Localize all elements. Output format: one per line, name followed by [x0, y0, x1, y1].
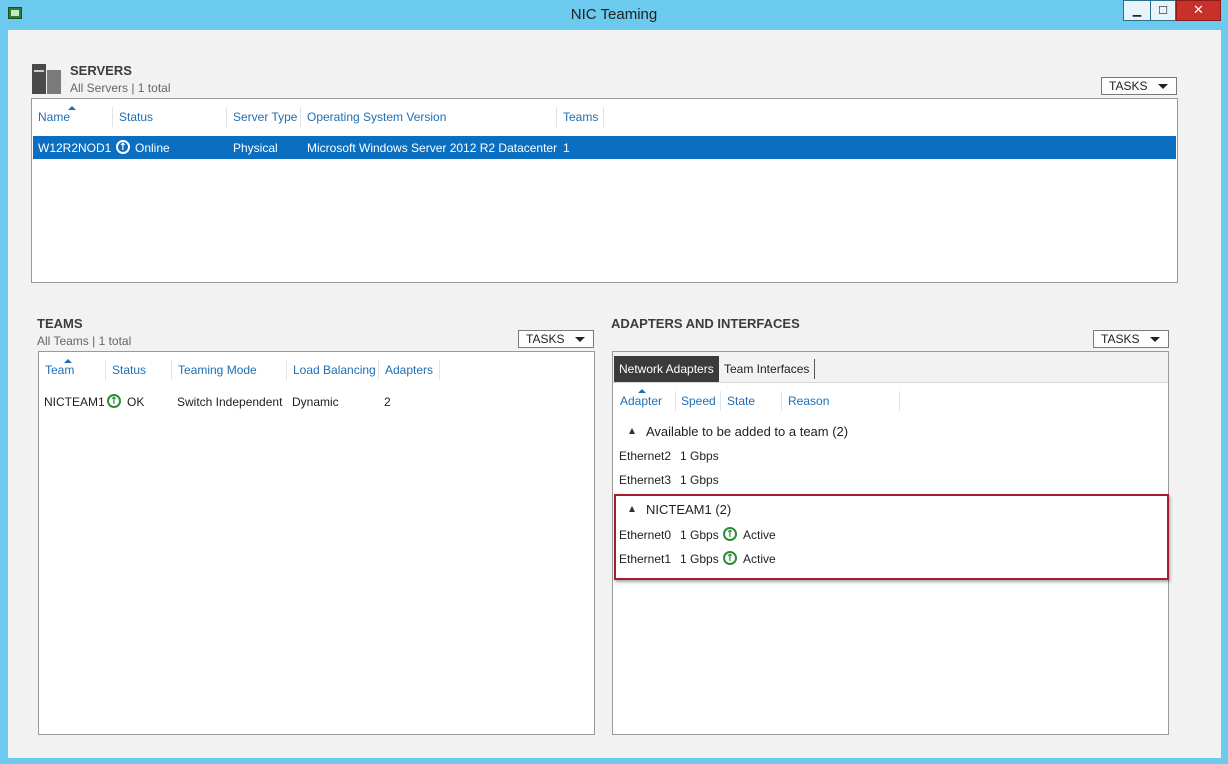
column-header-teams[interactable]: Teams — [563, 110, 598, 124]
highlight-box — [614, 494, 1169, 580]
column-header-status[interactable]: Status — [119, 110, 153, 124]
servers-subtitle: All Servers | 1 total — [70, 81, 171, 95]
window-title: NIC Teaming — [570, 6, 658, 23]
teams-table[interactable]: Team Status Teaming Mode Load Balancing … — [38, 351, 595, 735]
teams-title: TEAMS — [37, 316, 83, 331]
column-divider[interactable] — [720, 391, 721, 411]
adapter-speed: 1 Gbps — [680, 449, 719, 463]
servers-tasks-label: TASKS — [1109, 79, 1148, 93]
column-divider[interactable] — [300, 107, 301, 127]
column-divider[interactable] — [556, 107, 557, 127]
column-header-reason[interactable]: Reason — [788, 394, 829, 408]
minimize-button[interactable]: ▁ — [1123, 0, 1150, 21]
team-adapters-count: 2 — [384, 395, 391, 409]
tab-team-interfaces[interactable]: Team Interfaces — [719, 359, 816, 379]
maximize-button[interactable]: ☐ — [1150, 0, 1176, 21]
online-status-icon: ↑ — [116, 140, 130, 154]
team-status: OK — [127, 395, 145, 409]
column-header-os-version[interactable]: Operating System Version — [307, 110, 446, 124]
server-os-version: Microsoft Windows Server 2012 R2 Datacen… — [307, 141, 558, 155]
column-divider[interactable] — [439, 360, 440, 380]
adapters-tasks-button[interactable]: TASKS — [1093, 330, 1169, 348]
servers-table[interactable]: Name Status Server Type Operating System… — [31, 98, 1178, 283]
adapters-title: ADAPTERS AND INTERFACES — [611, 316, 800, 331]
title-bar[interactable]: NIC Teaming ▁ ☐ ✕ — [0, 0, 1228, 30]
servers-tasks-button[interactable]: TASKS — [1101, 77, 1177, 95]
column-divider[interactable] — [781, 391, 782, 411]
collapse-triangle-icon[interactable] — [629, 428, 635, 434]
server-type: Physical — [233, 141, 278, 155]
column-header-speed[interactable]: Speed — [681, 394, 716, 408]
client-area: SERVERS All Servers | 1 total TASKS Name… — [8, 30, 1221, 758]
adapters-tasks-label: TASKS — [1101, 332, 1140, 346]
chevron-down-icon — [1158, 84, 1168, 89]
server-status: Online — [135, 141, 170, 155]
column-header-load-balancing[interactable]: Load Balancing — [293, 363, 376, 377]
column-header-team[interactable]: Team — [45, 363, 74, 377]
team-name[interactable]: NICTEAM1 — [44, 395, 105, 409]
team-load-balancing: Dynamic — [292, 395, 339, 409]
chevron-down-icon — [575, 337, 585, 342]
server-teams-count: 1 — [563, 141, 570, 155]
column-divider[interactable] — [171, 360, 172, 380]
column-header-adapter[interactable]: Adapter — [620, 394, 662, 408]
close-button[interactable]: ✕ — [1176, 0, 1221, 21]
column-divider[interactable] — [286, 360, 287, 380]
adapter-speed: 1 Gbps — [680, 473, 719, 487]
ok-status-icon: ↑ — [107, 394, 121, 408]
adapter-name[interactable]: Ethernet3 — [619, 473, 671, 487]
table-row[interactable]: W12R2NOD1 ↑ Online Physical Microsoft Wi… — [33, 136, 1176, 159]
column-header-adapters[interactable]: Adapters — [385, 363, 433, 377]
servers-title: SERVERS — [70, 63, 132, 78]
chevron-down-icon — [1150, 337, 1160, 342]
column-divider[interactable] — [899, 391, 900, 411]
column-divider[interactable] — [105, 360, 106, 380]
adapters-tabs: Network Adapters Team Interfaces — [613, 352, 1168, 383]
column-header-teaming-mode[interactable]: Teaming Mode — [178, 363, 257, 377]
sort-ascending-icon — [638, 389, 646, 393]
column-divider[interactable] — [603, 107, 604, 127]
column-divider[interactable] — [378, 360, 379, 380]
teams-tasks-label: TASKS — [526, 332, 565, 346]
servers-icon — [32, 64, 62, 94]
column-header-state[interactable]: State — [727, 394, 755, 408]
column-divider[interactable] — [675, 391, 676, 411]
column-header-name[interactable]: Name — [38, 110, 70, 124]
column-header-server-type[interactable]: Server Type — [233, 110, 297, 124]
column-divider[interactable] — [112, 107, 113, 127]
column-header-status[interactable]: Status — [112, 363, 146, 377]
teams-subtitle: All Teams | 1 total — [37, 334, 132, 348]
team-teaming-mode: Switch Independent — [177, 395, 283, 409]
column-divider[interactable] — [226, 107, 227, 127]
adapter-name[interactable]: Ethernet2 — [619, 449, 671, 463]
tab-network-adapters[interactable]: Network Adapters — [614, 356, 719, 382]
group-header-available[interactable]: Available to be added to a team (2) — [646, 424, 848, 439]
teams-tasks-button[interactable]: TASKS — [518, 330, 594, 348]
server-name: W12R2NOD1 — [38, 141, 112, 155]
